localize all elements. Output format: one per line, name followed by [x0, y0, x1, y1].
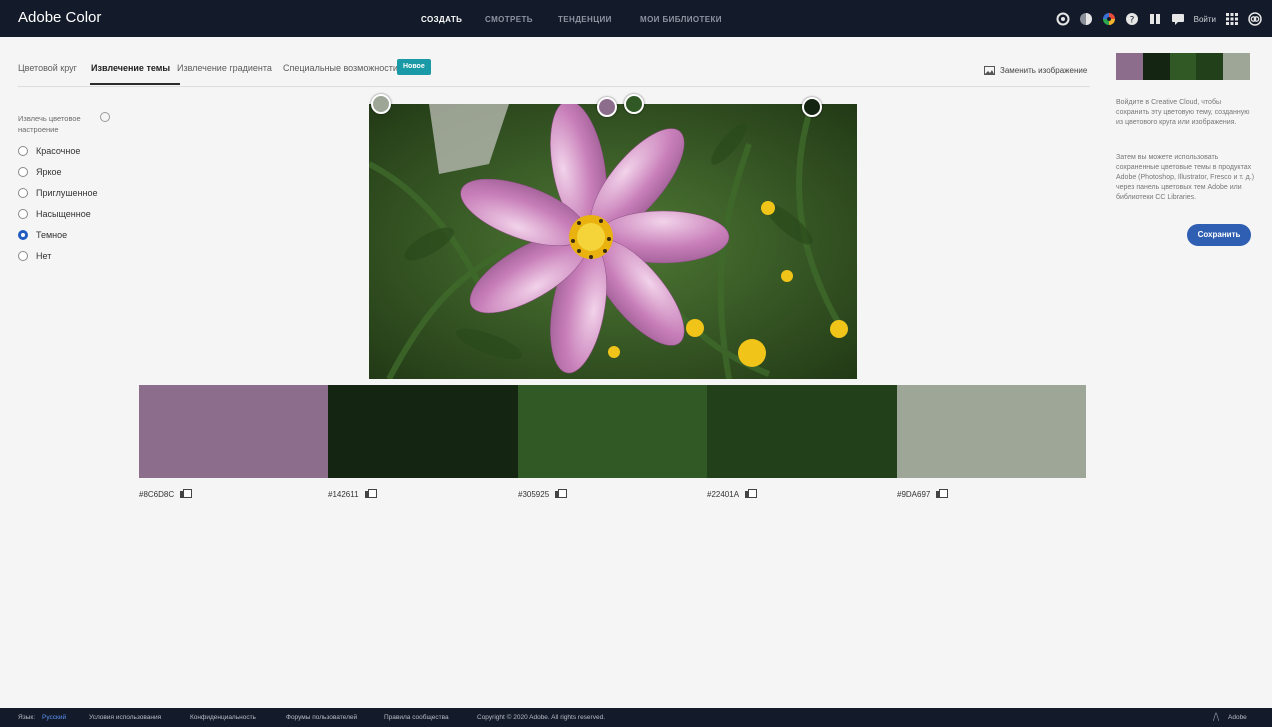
radio-button[interactable]: [18, 251, 28, 261]
library-icon[interactable]: [1148, 12, 1162, 26]
mood-option-dark[interactable]: Темное: [18, 230, 67, 240]
copy-icon[interactable]: [555, 489, 568, 499]
hex-value: #9DA697: [897, 489, 949, 499]
mood-option-label: Яркое: [36, 167, 62, 177]
save-button[interactable]: Сохранить: [1187, 224, 1251, 246]
mini-palette: [1116, 53, 1250, 80]
copy-icon[interactable]: [180, 489, 193, 499]
language-selector[interactable]: Русский: [42, 714, 66, 721]
replace-image-button[interactable]: Заменить изображение: [984, 66, 1087, 75]
replace-image-label: Заменить изображение: [1000, 66, 1088, 75]
info-icon[interactable]: [100, 112, 110, 122]
mood-option-none[interactable]: Нет: [18, 251, 51, 261]
copy-icon[interactable]: [745, 489, 758, 499]
mood-option-label: Красочное: [36, 146, 81, 156]
swatch[interactable]: [517, 385, 708, 478]
language-label: Язык:: [18, 714, 35, 721]
settings-icon[interactable]: [1056, 12, 1070, 26]
mood-option-colorful[interactable]: Красочное: [18, 146, 80, 156]
hex-label[interactable]: #305925: [518, 490, 549, 499]
radio-button[interactable]: [18, 146, 28, 156]
copy-icon[interactable]: [936, 489, 949, 499]
top-bar: Adobe Color СОЗДАТЬ СМОТРЕТЬ ТЕНДЕНЦИИ М…: [0, 0, 1272, 37]
contrast-icon[interactable]: [1079, 12, 1093, 26]
top-right-tools: ? Войти: [1056, 11, 1262, 27]
mini-swatch: [1116, 53, 1143, 80]
copy-icon[interactable]: [364, 489, 377, 499]
mini-swatch: [1196, 53, 1224, 80]
mini-swatch: [1169, 53, 1197, 80]
tab-extract-gradient[interactable]: Извлечение градиента: [177, 63, 272, 73]
radio-button[interactable]: [18, 188, 28, 198]
mood-option-label: Нет: [36, 251, 52, 261]
hex-value: #305925: [518, 489, 568, 499]
footer-link-terms[interactable]: Условия использования: [89, 714, 161, 721]
save-hint: Затем вы можете использовать сохраненные…: [1116, 154, 1255, 201]
divider: [18, 86, 1090, 87]
adobe-brand[interactable]: Adobe: [1228, 714, 1247, 721]
chat-icon[interactable]: [1171, 12, 1185, 26]
hex-label[interactable]: #9DA697: [897, 490, 930, 499]
mood-option-deep[interactable]: Насыщенное: [18, 209, 91, 219]
radio-button[interactable]: [18, 167, 28, 177]
color-wheel-icon[interactable]: [1102, 12, 1116, 26]
swatch[interactable]: [328, 385, 518, 478]
mood-option-label: Приглушенное: [36, 188, 98, 198]
signin-link[interactable]: Войти: [1194, 15, 1216, 24]
mood-option-label: Темное: [36, 230, 68, 240]
footer-link-privacy[interactable]: Конфиденциальность: [190, 714, 256, 721]
nav-create[interactable]: СОЗДАТЬ: [421, 15, 462, 24]
swatch[interactable]: [139, 385, 329, 478]
mood-option-label: Насыщенное: [36, 209, 91, 219]
palette-swatches: [139, 385, 1087, 478]
help-icon[interactable]: ?: [1125, 12, 1139, 26]
hex-label[interactable]: #142611: [328, 490, 359, 499]
mini-swatch: [1223, 53, 1250, 80]
hex-value: #8C6D8C: [139, 489, 193, 499]
color-picker-handle[interactable]: [597, 97, 617, 117]
apps-grid-icon[interactable]: [1225, 12, 1239, 26]
footer: Язык: Русский Условия использования Конф…: [0, 708, 1272, 727]
radio-button[interactable]: [18, 209, 28, 219]
tab-accessibility[interactable]: Специальные возможности: [283, 63, 398, 73]
hex-label[interactable]: #8C6D8C: [139, 490, 174, 499]
creative-cloud-icon[interactable]: [1248, 12, 1262, 26]
hex-value: #22401A: [707, 489, 758, 499]
svg-text:?: ?: [1129, 16, 1134, 26]
hex-label[interactable]: #22401A: [707, 490, 739, 499]
flower-photo: [369, 104, 857, 379]
tab-color-wheel[interactable]: Цветовой круг: [18, 63, 77, 73]
footer-link-guidelines[interactable]: Правила сообщества: [384, 714, 449, 721]
active-tab-underline: [90, 83, 180, 85]
signin-hint: Войдите в Creative Cloud, чтобы сохранит…: [1116, 99, 1250, 126]
source-image[interactable]: [369, 104, 857, 379]
nav-trends[interactable]: ТЕНДЕНЦИИ: [558, 15, 612, 24]
nav-explore[interactable]: СМОТРЕТЬ: [485, 15, 533, 24]
color-picker-handle[interactable]: [624, 94, 644, 114]
tab-extract-theme[interactable]: Извлечение темы: [91, 63, 170, 73]
new-badge: Новое: [397, 59, 431, 75]
footer-link-forums[interactable]: Форумы пользователей: [286, 714, 357, 721]
nav-my-libraries[interactable]: МОИ БИБЛИОТЕКИ: [640, 15, 722, 24]
mood-label: Извлечь цветовое настроение: [18, 114, 81, 134]
adobe-logo-icon: ⧸⧹: [1213, 712, 1220, 722]
mini-swatch: [1142, 53, 1170, 80]
color-picker-handle[interactable]: [371, 94, 391, 114]
image-icon: [984, 66, 995, 75]
copyright: Copyright © 2020 Adobe. All rights reser…: [477, 714, 606, 721]
mood-option-bright[interactable]: Яркое: [18, 167, 62, 177]
swatch[interactable]: [707, 385, 897, 478]
color-picker-handle[interactable]: [802, 97, 822, 117]
mood-option-muted[interactable]: Приглушенное: [18, 188, 98, 198]
radio-button-checked[interactable]: [18, 230, 28, 240]
hex-value: #142611: [328, 489, 377, 499]
swatch[interactable]: [896, 385, 1087, 478]
